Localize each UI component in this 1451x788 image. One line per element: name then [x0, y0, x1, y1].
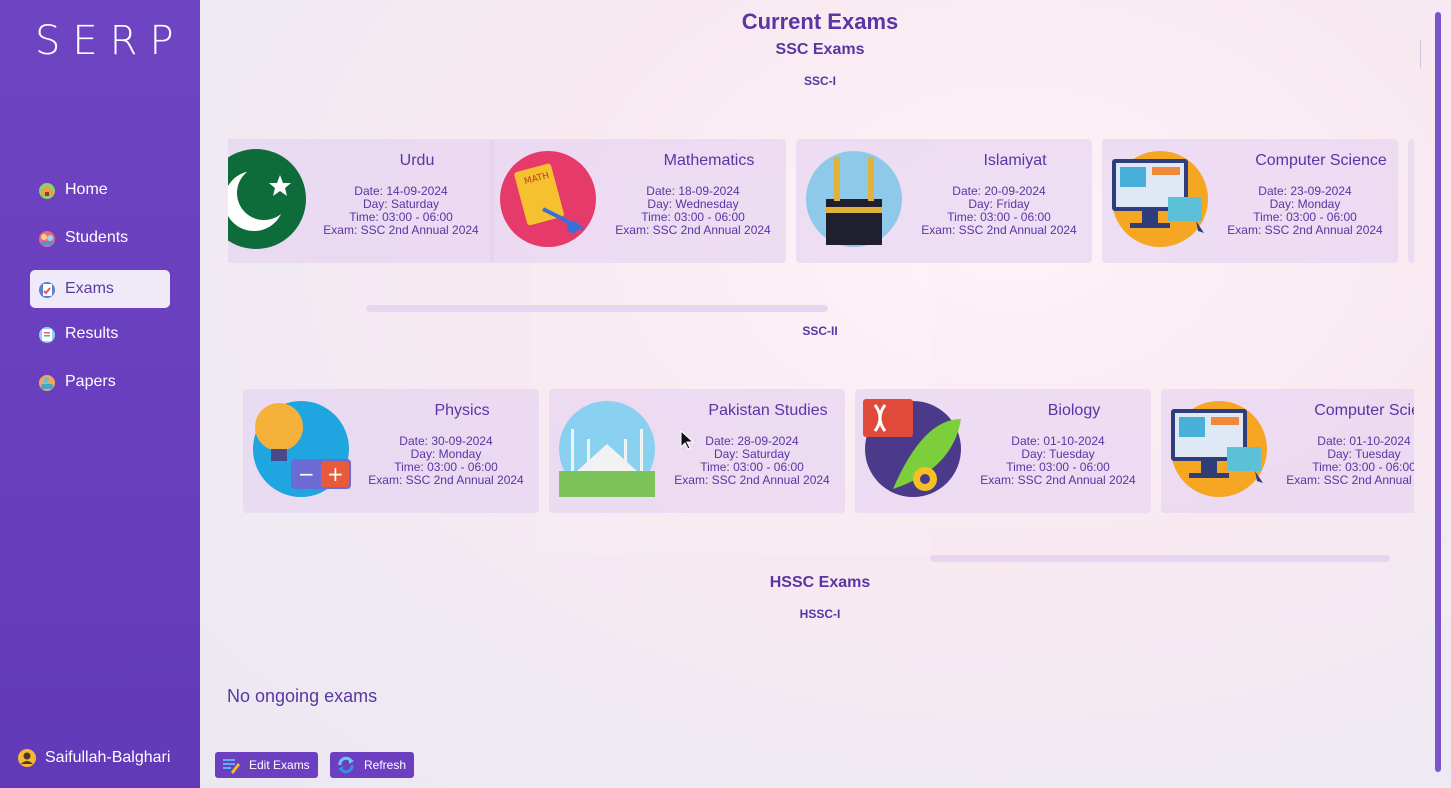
refresh-label: Refresh: [364, 758, 407, 772]
card-exam: Exam: SSC 2nd Annual 2024: [1227, 223, 1383, 237]
hssc-heading: HSSC Exams: [769, 574, 871, 591]
card-subject: Physics: [434, 402, 490, 419]
ssc1-row-scrollbar[interactable]: [366, 305, 828, 312]
user-name: Saifullah-Balghari: [45, 749, 171, 766]
card-details: Date: 28-09-2024 Day: Saturday Time: 03:…: [549, 435, 845, 487]
card-details: Date: 01-10-2024 Day: Tuesday Time: 03:0…: [855, 435, 1151, 487]
card-subject: Pakistan Studies: [708, 402, 828, 419]
main-content: Current Exams SSC Exams SSC-I Urdu Date:…: [200, 0, 1451, 788]
edit-exams-label: Edit Exams: [249, 758, 310, 772]
ssc2-exam-row[interactable]: − + Physics Date: 30-09-2024 Day: Monday…: [228, 389, 1414, 515]
card-subject: Islamiyat: [983, 152, 1047, 169]
refresh-button[interactable]: Refresh: [330, 752, 415, 778]
refresh-icon: [338, 756, 354, 774]
edit-exams-button[interactable]: Edit Exams: [215, 752, 318, 778]
card-details: Date: 20-09-2024 Day: Friday Time: 03:00…: [796, 185, 1092, 237]
exam-card-physics[interactable]: − + Physics Date: 30-09-2024 Day: Monday…: [243, 389, 539, 513]
sidebar-item-label: Results: [65, 325, 119, 342]
results-icon: [39, 327, 55, 343]
sidebar-item-students[interactable]: Students: [30, 219, 170, 257]
ssc2-label: SSC-II: [802, 324, 838, 338]
edit-icon: [223, 759, 240, 774]
ssc1-exam-row[interactable]: Urdu Date: 14-09-2024 Day: Saturday Time…: [228, 139, 1414, 265]
card-subject: Computer Science: [1314, 402, 1414, 419]
user-profile[interactable]: Saifullah-Balghari: [17, 748, 170, 768]
ssc1-label: SSC-I: [803, 74, 836, 88]
sidebar-item-label: Papers: [65, 373, 116, 390]
exam-card-pakistan-studies[interactable]: Pakistan Studies Date: 28-09-2024 Day: S…: [549, 389, 845, 513]
page-scrollbar[interactable]: [1435, 12, 1441, 772]
card-details: Date: 18-09-2024 Day: Wednesday Time: 03…: [490, 185, 786, 237]
card-details: Date: 23-09-2024 Day: Monday Time: 03:00…: [1102, 185, 1398, 237]
card-details: Date: 14-09-2024 Day: Saturday Time: 03:…: [228, 185, 494, 237]
card-exam: Exam: SSC 2nd Annual 2024: [980, 473, 1136, 487]
students-icon: [39, 231, 55, 247]
card-exam: Exam: SSC 2nd Annual 2024: [1286, 473, 1414, 487]
ssc-heading: SSC Exams: [775, 41, 865, 58]
exam-card-computer-science-2[interactable]: Computer Science Date: 01-10-2024 Day: T…: [1161, 389, 1414, 513]
exam-card-urdu[interactable]: Urdu Date: 14-09-2024 Day: Saturday Time…: [228, 139, 494, 263]
sidebar-item-exams[interactable]: Exams: [30, 270, 170, 308]
divider: [1420, 40, 1421, 68]
app-logo: SERP: [35, 18, 186, 64]
card-exam: Exam: SSC 2nd Annual 2024: [323, 223, 479, 237]
exam-card-computer-science[interactable]: Computer Science Date: 23-09-2024 Day: M…: [1102, 139, 1398, 263]
card-exam: Exam: SSC 2nd Annual 2024: [674, 473, 830, 487]
papers-icon: [39, 375, 55, 391]
sidebar-item-papers[interactable]: Papers: [30, 363, 170, 401]
card-subject: Urdu: [399, 152, 435, 169]
sidebar-item-home[interactable]: Home: [30, 171, 170, 209]
card-exam: Exam: SSC 2nd Annual 2024: [368, 473, 524, 487]
card-exam: Exam: SSC 2nd Annual 2024: [921, 223, 1077, 237]
sidebar-item-results[interactable]: Results: [30, 315, 170, 353]
mouse-cursor-icon: [680, 430, 694, 450]
card-subject: Mathematics: [663, 152, 755, 169]
hssc1-label: HSSC-I: [799, 607, 841, 621]
page-title: Current Exams: [741, 9, 899, 34]
exam-card-biology[interactable]: Biology Date: 01-10-2024 Day: Tuesday Ti…: [855, 389, 1151, 513]
card-exam: Exam: SSC 2nd Annual 2024: [615, 223, 771, 237]
sidebar-item-label: Home: [65, 181, 108, 198]
sidebar-item-label: Exams: [65, 280, 114, 297]
card-subject: Biology: [1047, 402, 1101, 419]
ssc2-row-scrollbar[interactable]: [930, 555, 1390, 562]
user-avatar-icon: [18, 749, 36, 767]
sidebar-item-label: Students: [65, 229, 129, 246]
sidebar: SERP Home Students Exams Results Papers: [0, 0, 200, 788]
home-icon: [39, 183, 55, 199]
exams-icon: [39, 282, 55, 298]
card-details: Date: 01-10-2024 Day: Tuesday Time: 03:0…: [1161, 435, 1414, 487]
exam-card-partial[interactable]: [1408, 139, 1414, 263]
exam-card-islamiyat[interactable]: Islamiyat Date: 20-09-2024 Day: Friday T…: [796, 139, 1092, 263]
no-exams-message: No ongoing exams: [227, 686, 378, 706]
exam-card-mathematics[interactable]: MATH Mathematics Date: 18-09-2024 Day: W…: [490, 139, 786, 263]
card-details: Date: 30-09-2024 Day: Monday Time: 03:00…: [243, 435, 539, 487]
card-subject: Computer Science: [1255, 152, 1387, 169]
